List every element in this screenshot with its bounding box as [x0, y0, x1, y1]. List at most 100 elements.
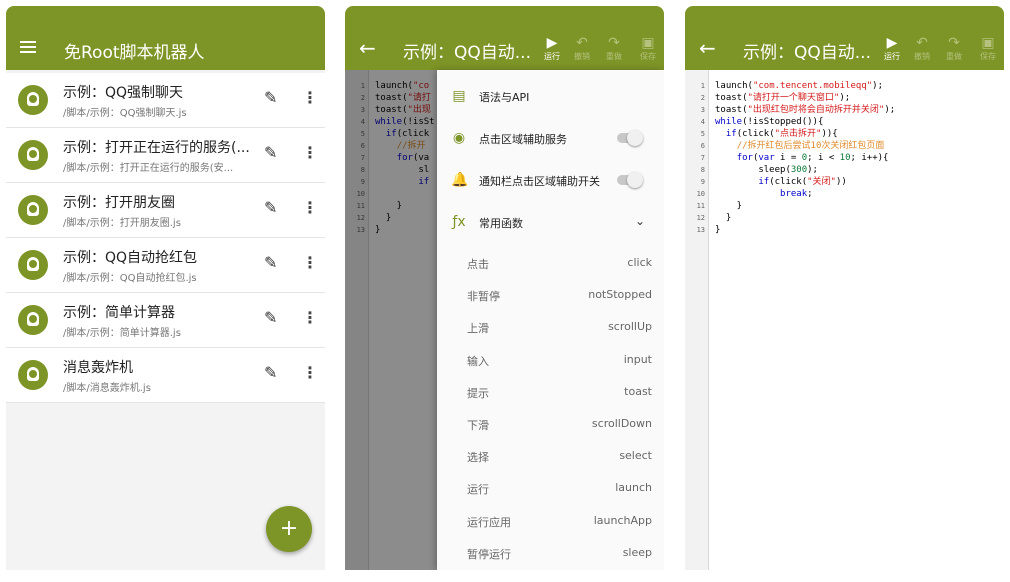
code-line: if(click("点击拆开")){ [725, 129, 838, 139]
function-icon: ƒx [452, 214, 466, 230]
script-path: /脚本/示例：打开正在运行的服务(安... [63, 163, 234, 174]
edit-pencil-icon[interactable]: ✎ [264, 198, 277, 217]
line-number: 2 [700, 94, 705, 102]
script-path: /脚本/示例：打开朋友圈.js [63, 218, 181, 229]
function-name-en: scrollDown [591, 417, 652, 430]
code-line: while(!isStopped()){ [715, 117, 824, 127]
toolbar-label: 保存 [640, 52, 656, 61]
save-button[interactable]: ▣ 保存 [975, 34, 1001, 62]
hamburger-menu-icon[interactable] [20, 41, 36, 53]
add-script-button[interactable]: + [266, 506, 312, 552]
edit-pencil-icon[interactable]: ✎ [264, 253, 277, 272]
undo-button[interactable]: ↶ 撤销 [569, 34, 595, 62]
redo-button[interactable]: ↷ 重做 [941, 34, 967, 62]
code-editor[interactable]: 1 launch("com.tencent.mobileqq"); 2 toast("… [685, 70, 1004, 570]
play-button[interactable]: ▶ 运行 [879, 34, 905, 62]
toggle-switch[interactable] [617, 172, 643, 188]
more-options-icon[interactable]: ⋮ [302, 363, 318, 382]
line-number: 6 [700, 142, 705, 150]
script-list-item[interactable]: 示例：QQ强制聊天/脚本/示例：QQ强制聊天.js ✎ ⋮ [6, 73, 325, 128]
more-options-icon[interactable]: ⋮ [302, 308, 318, 327]
function-item[interactable]: 点击 click [437, 246, 664, 278]
more-options-icon[interactable]: ⋮ [302, 198, 318, 217]
play-button[interactable]: ▶ 运行 [539, 34, 565, 62]
editor-app-bar: ← 示例：QQ自动... ▶ 运行 ↶ 撤销 ↷ 重做 ▣ 保存 [685, 6, 1004, 70]
save-icon: ▣ [981, 35, 995, 51]
drawer-item[interactable]: ▤ 语法与API [437, 76, 664, 118]
script-name: 示例：打开正在运行的服务(... [63, 140, 250, 156]
back-arrow-icon[interactable]: ← [359, 36, 376, 60]
more-options-icon[interactable]: ⋮ [302, 143, 318, 162]
undo-icon: ↶ [576, 35, 588, 51]
code-line: } [715, 225, 721, 235]
script-list-screen: 免Root脚本机器人 示例：QQ强制聊天/脚本/示例：QQ强制聊天.js ✎ ⋮ 示例… [6, 6, 325, 570]
function-item[interactable]: 运行 launch [437, 471, 664, 503]
back-arrow-icon[interactable]: ← [699, 36, 716, 60]
toggle-switch[interactable] [617, 130, 643, 146]
code-line: if(click("关闭")) [758, 177, 847, 187]
function-drawer: ▤ 语法与API ◉ 点击区域辅助服务 🔔 通知栏点击区域辅助开关 ƒx 常用函数 ⌄ 点击 cl… [437, 70, 664, 570]
line-number: 12 [696, 214, 705, 222]
drawer-scrim[interactable] [345, 70, 437, 570]
script-list-item[interactable]: 示例：打开正在运行的服务(... /脚本/示例：打开正在运行的服务(安... ✎ ⋮ [6, 128, 325, 183]
function-name-en: click [627, 256, 652, 269]
toolbar-label: 撤销 [914, 52, 930, 61]
code-line: //拆开红包后尝试10次关闭红包页面 [736, 141, 885, 151]
line-number: 5 [700, 130, 705, 138]
toolbar-label: 撤销 [574, 52, 590, 61]
toolbar-label: 重做 [606, 52, 622, 61]
function-name-en: launch [615, 481, 652, 495]
function-item[interactable]: 运行应用 launchApp [437, 504, 664, 536]
function-name-cn: 运行 [467, 483, 489, 497]
edit-pencil-icon[interactable]: ✎ [264, 143, 277, 162]
edit-pencil-icon[interactable]: ✎ [264, 88, 277, 107]
function-name-en: sleep [622, 545, 652, 559]
script-list-item[interactable]: 示例：简单计算器/脚本/示例：简单计算器.js ✎ ⋮ [6, 293, 325, 348]
function-item[interactable]: 上滑 scrollUp [437, 310, 664, 342]
drawer-item[interactable]: ƒx 常用函数 ⌄ [437, 202, 664, 244]
function-item[interactable]: 暂停运行 sleep [437, 536, 664, 568]
line-number: 1 [700, 82, 705, 90]
line-number: 11 [696, 202, 705, 210]
code-line: launch("com.tencent.mobileqq"); [715, 81, 883, 91]
script-list-item[interactable]: 示例：打开朋友圈/脚本/示例：打开朋友圈.js ✎ ⋮ [6, 183, 325, 238]
script-list-item[interactable]: 消息轰炸机/脚本/消息轰炸机.js ✎ ⋮ [6, 348, 325, 403]
more-options-icon[interactable]: ⋮ [302, 253, 318, 272]
function-item[interactable]: 提示 toast [437, 375, 664, 407]
app-title: 免Root脚本机器人 [64, 43, 205, 63]
line-number: 4 [700, 118, 705, 126]
drawer-item[interactable]: 🔔 通知栏点击区域辅助开关 [437, 160, 664, 202]
editor-title: 示例：QQ自动... [403, 43, 531, 63]
app-bar: 免Root脚本机器人 [6, 6, 325, 70]
undo-icon: ↶ [916, 35, 928, 51]
script-path: /脚本/示例：QQ强制聊天.js [63, 108, 187, 119]
function-name-en: launchApp [593, 513, 652, 527]
redo-icon: ↷ [948, 35, 960, 51]
line-number: 8 [700, 166, 705, 174]
save-button[interactable]: ▣ 保存 [635, 34, 661, 62]
edit-pencil-icon[interactable]: ✎ [264, 308, 277, 327]
edit-pencil-icon[interactable]: ✎ [264, 363, 277, 382]
script-list-item[interactable]: 示例：QQ自动抢红包/脚本/示例：QQ自动抢红包.js ✎ ⋮ [6, 238, 325, 293]
function-item[interactable]: 输入 input [437, 343, 664, 375]
line-number: 10 [696, 190, 705, 198]
function-item[interactable]: 下滑 scrollDown [437, 407, 664, 439]
chevron-down-icon[interactable]: ⌄ [635, 214, 645, 228]
function-name-en: select [619, 449, 652, 463]
script-name: 示例：QQ强制聊天 [63, 85, 184, 101]
robot-avatar-icon [18, 305, 48, 335]
function-item[interactable]: 非暂停 notStopped [437, 278, 664, 310]
function-name-cn: 上滑 [467, 322, 489, 336]
undo-button[interactable]: ↶ 撤销 [909, 34, 935, 62]
script-name: 消息轰炸机 [63, 360, 133, 376]
function-name-en: input [623, 352, 652, 366]
more-options-icon[interactable]: ⋮ [302, 88, 318, 107]
toolbar-label: 保存 [980, 52, 996, 61]
drawer-item[interactable]: ◉ 点击区域辅助服务 [437, 118, 664, 160]
redo-button[interactable]: ↷ 重做 [601, 34, 627, 62]
toolbar-label: 运行 [544, 52, 560, 61]
play-icon: ▶ [546, 35, 558, 51]
line-number: 7 [700, 154, 705, 162]
drawer-item-label: 语法与API [479, 91, 530, 104]
function-item[interactable]: 选择 select [437, 439, 664, 471]
